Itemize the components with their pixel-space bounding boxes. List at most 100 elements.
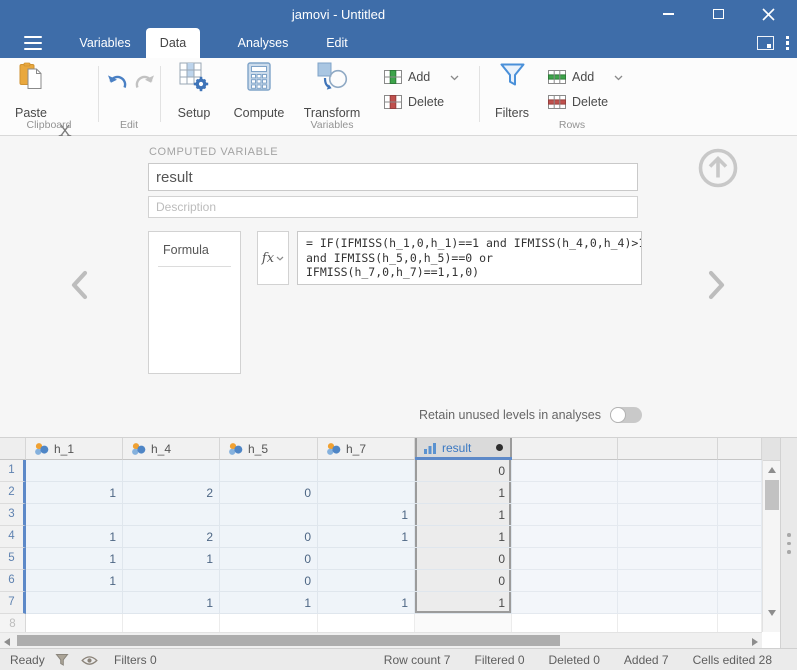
cell-h_4-row7[interactable]: 1 [123, 592, 220, 614]
cell-empty[interactable] [618, 460, 718, 482]
row-number[interactable]: 1 [0, 460, 26, 482]
filters-button[interactable]: Filters [488, 62, 536, 120]
cell-h_4-row2[interactable]: 2 [123, 482, 220, 504]
formula-tab[interactable]: Formula [148, 231, 241, 374]
cell-empty[interactable] [512, 482, 618, 504]
cell-h_5-row6[interactable]: 0 [220, 570, 318, 592]
cell-empty[interactable] [618, 526, 718, 548]
cell-h_1-row4[interactable]: 1 [26, 526, 123, 548]
cell-result-row2[interactable]: 1 [415, 482, 512, 504]
cell-result-row3[interactable]: 1 [415, 504, 512, 526]
tab-variables[interactable]: Variables [72, 28, 138, 58]
cell-h_5-row4[interactable]: 0 [220, 526, 318, 548]
cell-empty[interactable] [512, 570, 618, 592]
cell-h_5-row8[interactable] [220, 614, 318, 632]
column-header-h_7[interactable]: h_7 [318, 438, 415, 460]
minimize-button[interactable] [643, 0, 693, 28]
column-header-h_5[interactable]: h_5 [220, 438, 318, 460]
vertical-scrollbar[interactable] [762, 438, 780, 632]
previous-variable-chevron[interactable] [68, 269, 92, 301]
add-variable-button[interactable]: Add [384, 66, 459, 88]
delete-row-button[interactable]: Delete [548, 91, 608, 113]
variable-name-input[interactable] [148, 163, 638, 191]
cell-h_1-row7[interactable] [26, 592, 123, 614]
redo-icon[interactable] [133, 72, 156, 93]
hamburger-menu-button[interactable] [24, 36, 42, 50]
column-header-h_1[interactable]: h_1 [26, 438, 123, 460]
status-eye-icon[interactable] [81, 655, 98, 666]
paste-button[interactable]: Paste [8, 62, 54, 120]
setup-button[interactable]: Setup [166, 62, 222, 120]
cell-h_7-row5[interactable] [318, 548, 415, 570]
add-row-button[interactable]: Add [548, 66, 623, 88]
cell-empty[interactable] [618, 592, 718, 614]
cell-result-row5[interactable]: 0 [415, 548, 512, 570]
cell-h_4-row1[interactable] [123, 460, 220, 482]
row-number[interactable]: 6 [0, 570, 26, 592]
kebab-menu-icon[interactable] [786, 36, 789, 51]
cell-result-row4[interactable]: 1 [415, 526, 512, 548]
cell-h_5-row3[interactable] [220, 504, 318, 526]
cell-empty[interactable] [618, 570, 718, 592]
tab-data[interactable]: Data [146, 28, 200, 58]
cell-h_5-row5[interactable]: 0 [220, 548, 318, 570]
cell-h_7-row7[interactable]: 1 [318, 592, 415, 614]
cell-h_7-row6[interactable] [318, 570, 415, 592]
cell-empty[interactable] [718, 614, 762, 632]
results-splitter-handle[interactable] [780, 438, 797, 648]
cell-empty[interactable] [718, 548, 762, 570]
cell-h_1-row6[interactable]: 1 [26, 570, 123, 592]
formula-editor[interactable]: = IF(IFMISS(h_1,0,h_1)==1 and IFMISS(h_4… [297, 231, 642, 285]
cell-empty[interactable] [718, 592, 762, 614]
cell-empty[interactable] [512, 504, 618, 526]
cell-h_1-row5[interactable]: 1 [26, 548, 123, 570]
cell-empty[interactable] [512, 592, 618, 614]
cell-h_7-row4[interactable]: 1 [318, 526, 415, 548]
column-header-empty[interactable] [718, 438, 762, 460]
cell-h_4-row6[interactable] [123, 570, 220, 592]
cell-empty[interactable] [512, 526, 618, 548]
cell-h_7-row2[interactable] [318, 482, 415, 504]
retain-levels-toggle[interactable] [610, 407, 642, 423]
column-header-result[interactable]: result [415, 438, 512, 460]
cell-h_7-row3[interactable]: 1 [318, 504, 415, 526]
scroll-left-arrow[interactable] [4, 638, 10, 646]
row-number[interactable]: 2 [0, 482, 26, 504]
tab-edit[interactable]: Edit [316, 28, 358, 58]
cell-h_5-row1[interactable] [220, 460, 318, 482]
scroll-up-arrow[interactable] [768, 467, 776, 473]
cell-empty[interactable] [512, 614, 618, 632]
status-filter-icon[interactable] [55, 653, 69, 667]
cell-empty[interactable] [718, 460, 762, 482]
cell-h_4-row5[interactable]: 1 [123, 548, 220, 570]
scroll-right-arrow[interactable] [752, 638, 758, 646]
cell-empty[interactable] [618, 614, 718, 632]
column-header-empty[interactable] [618, 438, 718, 460]
cell-empty[interactable] [618, 548, 718, 570]
tab-analyses[interactable]: Analyses [230, 28, 296, 58]
cell-empty[interactable] [618, 504, 718, 526]
cell-h_1-row2[interactable]: 1 [26, 482, 123, 504]
row-number[interactable]: 3 [0, 504, 26, 526]
cell-h_7-row8[interactable] [318, 614, 415, 632]
cell-h_4-row3[interactable] [123, 504, 220, 526]
column-header-empty[interactable] [512, 438, 618, 460]
cell-empty[interactable] [718, 504, 762, 526]
cell-h_4-row4[interactable]: 2 [123, 526, 220, 548]
scroll-down-arrow[interactable] [768, 610, 776, 616]
row-number[interactable]: 5 [0, 548, 26, 570]
results-panel-icon[interactable] [757, 36, 774, 50]
cell-empty[interactable] [512, 548, 618, 570]
row-number[interactable]: 4 [0, 526, 26, 548]
maximize-button[interactable] [693, 0, 743, 28]
cell-empty[interactable] [512, 460, 618, 482]
cell-result-row6[interactable]: 0 [415, 570, 512, 592]
compute-button[interactable]: Compute [228, 62, 290, 120]
horizontal-scroll-thumb[interactable] [17, 635, 560, 646]
close-button[interactable] [743, 0, 793, 28]
cell-empty[interactable] [718, 482, 762, 504]
cell-h_5-row2[interactable]: 0 [220, 482, 318, 504]
column-header-h_4[interactable]: h_4 [123, 438, 220, 460]
next-variable-chevron[interactable] [704, 269, 728, 301]
cell-h_5-row7[interactable]: 1 [220, 592, 318, 614]
